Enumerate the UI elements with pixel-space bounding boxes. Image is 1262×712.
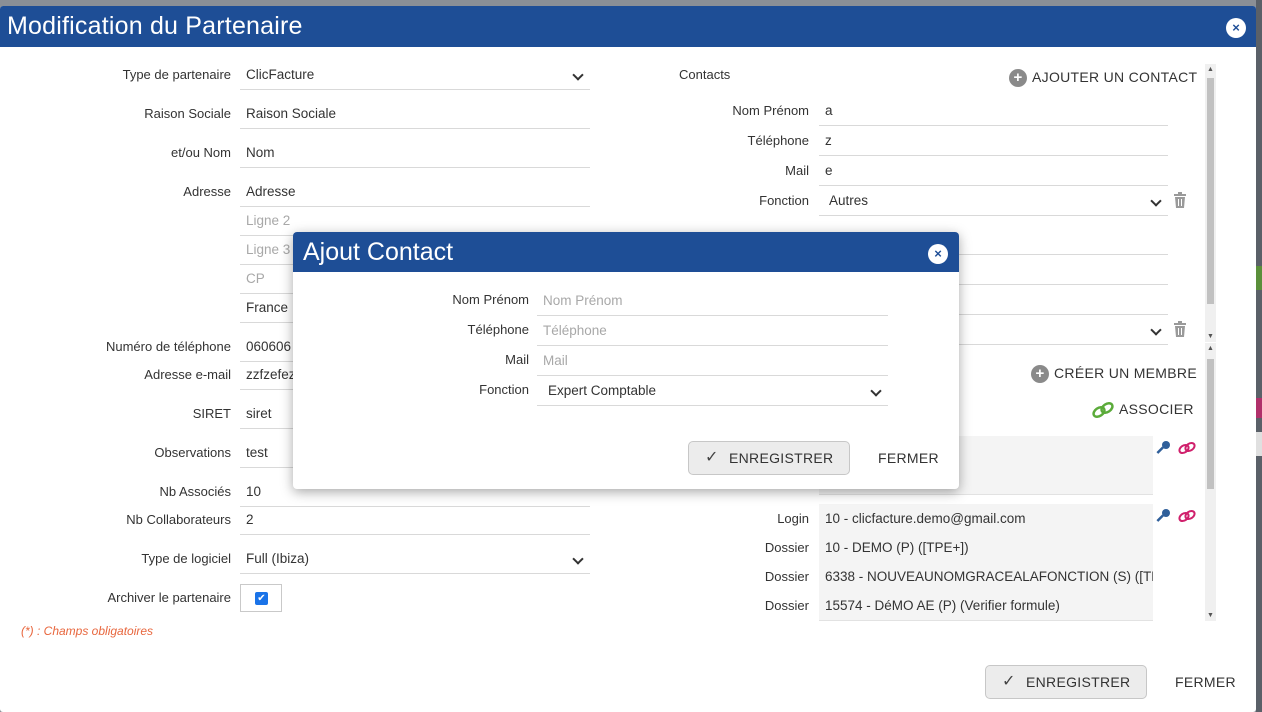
contact-fonction-select[interactable]: Autres [819,186,1168,216]
member2-login-value: 10 - clicfacture.demo@gmail.com [819,504,1153,534]
dossier-value: 6338 - NOUVEAUNOMGRACEALAFONCTION (S) ([… [819,562,1153,592]
associate-button[interactable]: ASSOCIER [1092,401,1194,419]
backdrop-edge [1256,0,1262,712]
scroll-thumb[interactable] [1207,359,1214,489]
modal-close-button[interactable]: FERMER [878,450,939,466]
scroll-down-icon[interactable]: ▼ [1207,612,1214,619]
modal-title: Ajout Contact [303,238,454,266]
backdrop-chip [1256,432,1262,456]
siret-label: SIRET [192,406,231,421]
telephone-label: Numéro de téléphone [105,339,231,354]
contact-tel-input[interactable]: z [819,126,1168,156]
modal-save-button[interactable]: ✓ ENREGISTRER [688,441,851,475]
adresse-input[interactable]: Adresse [240,177,590,207]
trash-icon[interactable] [1173,321,1187,337]
contact-nom-input[interactable]: a [819,96,1168,126]
add-contact-button[interactable]: + AJOUTER UN CONTACT [1009,69,1198,88]
add-contact-modal: Ajout Contact × Nom Prénom Nom Prénom Té… [293,232,959,489]
nb-collaborateurs-input[interactable]: 2 [240,505,590,535]
contacts-scrollbar[interactable]: ▲ ▼ [1205,64,1216,342]
contact-mail-input[interactable]: e [819,156,1168,186]
trash-icon[interactable] [1173,192,1187,208]
modal-mail-input[interactable]: Mail [537,346,888,376]
archive-checkbox[interactable]: ✔ [255,592,268,605]
backdrop-chip [1256,266,1262,290]
add-contact-label: AJOUTER UN CONTACT [1032,69,1198,85]
save-label: ENREGISTRER [1026,674,1131,690]
key-icon[interactable] [1155,508,1171,524]
modal-nom-label: Nom Prénom [452,292,529,307]
dossier-label: Dossier [764,540,809,555]
backdrop-chip [1256,398,1262,418]
modal-tel-label: Téléphone [467,322,529,337]
archive-checkbox-wrap: ✔ [240,584,282,612]
nb-collaborateurs-label: Nb Collaborateurs [126,512,231,527]
scroll-down-icon[interactable]: ▼ [1207,333,1214,340]
check-icon: ✓ [1002,673,1016,690]
adresse-label: Adresse [183,184,231,199]
dialog-header: Modification du Partenaire × [0,6,1256,47]
create-member-button[interactable]: + CRÉER UN MEMBRE [1031,365,1197,384]
archive-label: Archiver le partenaire [107,590,231,605]
partner-type-select[interactable]: ClicFacture [240,60,590,90]
raison-sociale-label: Raison Sociale [144,106,231,121]
members-scrollbar[interactable]: ▲ ▼ [1205,343,1216,621]
modal-fonction-select[interactable]: Expert Comptable [537,376,888,406]
scroll-thumb[interactable] [1207,78,1214,304]
dossier-label: Dossier [764,569,809,584]
nb-associes-label: Nb Associés [159,484,231,499]
unlink-icon[interactable] [1177,440,1197,456]
check-icon: ✓ [705,449,719,466]
partner-type-label: Type de partenaire [122,67,231,82]
create-member-label: CRÉER UN MEMBRE [1054,365,1197,381]
email-label: Adresse e-mail [144,367,231,382]
contact-tel-label: Téléphone [747,133,809,148]
modal-nom-input[interactable]: Nom Prénom [537,286,888,316]
plus-icon: + [1031,365,1049,384]
associate-label: ASSOCIER [1119,401,1194,417]
unlink-icon[interactable] [1177,508,1197,524]
dossier-label: Dossier [764,598,809,613]
observations-label: Observations [154,445,231,460]
contact-fonction-label: Fonction [759,193,809,208]
contacts-label: Contacts [679,67,731,82]
required-note: (*) : Champs obligatoires [21,624,154,638]
close-button[interactable]: FERMER [1175,674,1236,690]
dossier-value: 15574 - DéMO AE (P) (Verifier formule) [819,591,1153,621]
plus-icon: + [1009,69,1027,88]
logiciel-select[interactable]: Full (Ibiza) [240,544,590,574]
key-icon[interactable] [1155,440,1171,456]
logiciel-label: Type de logiciel [141,551,231,566]
link-icon [1092,402,1114,419]
modal-tel-input[interactable]: Téléphone [537,316,888,346]
nom-input[interactable]: Nom [240,138,590,168]
login-label: Login [777,511,809,526]
contact-nom-label: Nom Prénom [732,103,809,118]
scroll-up-icon[interactable]: ▲ [1207,66,1214,73]
contact-mail-label: Mail [785,163,809,178]
close-icon[interactable]: × [1226,18,1246,38]
modal-fonction-label: Fonction [479,382,529,397]
scroll-up-icon[interactable]: ▲ [1207,345,1214,352]
raison-sociale-input[interactable]: Raison Sociale [240,99,590,129]
dossier-value: 10 - DEMO (P) ([TPE+]) [819,533,1153,563]
dialog-title: Modification du Partenaire [7,12,303,40]
save-button[interactable]: ✓ ENREGISTRER [985,665,1148,699]
nom-label: et/ou Nom [171,145,231,160]
modal-save-label: ENREGISTRER [729,450,834,466]
modal-mail-label: Mail [505,352,529,367]
modal-header: Ajout Contact × [293,232,959,272]
close-icon[interactable]: × [928,244,948,264]
